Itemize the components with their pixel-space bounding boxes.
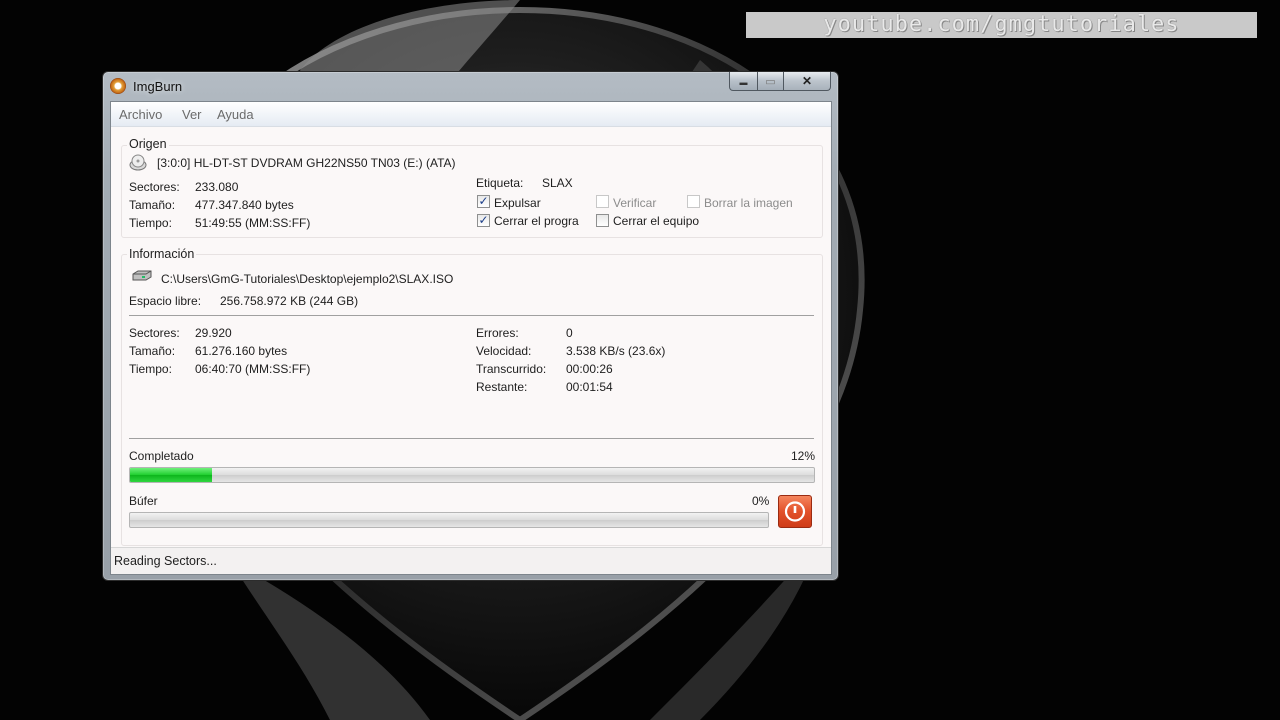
menu-ver[interactable]: Ver — [182, 107, 202, 122]
speed-label: Velocidad: — [476, 344, 532, 358]
imgburn-disc-icon — [110, 78, 126, 94]
source-time-label: Tiempo: — [129, 216, 172, 230]
delete-image-checkbox[interactable] — [687, 195, 700, 208]
remaining-label: Restante: — [476, 380, 528, 394]
source-time-value: 51:49:55 (MM:SS:FF) — [195, 216, 311, 230]
free-space-value: 256.758.972 KB (244 GB) — [220, 294, 359, 308]
destination-path: C:\Users\GmG-Tutoriales\Desktop\ejemplo2… — [161, 272, 454, 286]
shutdown-label[interactable]: Cerrar el equipo — [613, 214, 699, 228]
stop-button[interactable] — [778, 495, 812, 528]
completed-label: Completado — [129, 449, 194, 463]
info-size-label: Tamaño: — [129, 344, 176, 358]
caption-buttons: ▬ ▭ ✕ — [729, 72, 831, 92]
verify-checkbox[interactable] — [596, 195, 609, 208]
errors-value: 0 — [566, 326, 573, 340]
source-drive[interactable]: [3:0:0] HL-DT-ST DVDRAM GH22NS50 TN03 (E… — [157, 156, 456, 170]
free-space-label: Espacio libre: — [129, 294, 202, 308]
info-size-value: 61.276.160 bytes — [195, 344, 288, 358]
close-program-checkbox[interactable]: ✓ — [477, 214, 490, 227]
verify-label[interactable]: Verificar — [613, 196, 656, 210]
source-size-value: 477.347.840 bytes — [195, 198, 294, 212]
elapsed-label: Transcurrido: — [476, 362, 547, 376]
window-title: ImgBurn — [133, 79, 183, 94]
volume-label-value: SLAX — [542, 176, 573, 190]
hard-disk-icon — [132, 270, 152, 281]
completed-progress-fill — [130, 468, 213, 482]
buffer-label: Búfer — [129, 494, 158, 508]
buffer-percent: 0% — [752, 494, 770, 508]
optical-drive-icon — [129, 154, 147, 171]
menu-bar: Archivo Ver Ayuda — [111, 102, 831, 127]
elapsed-value: 00:00:26 — [566, 362, 613, 376]
status-text: Reading Sectors... — [114, 554, 217, 568]
menu-ayuda[interactable]: Ayuda — [217, 107, 254, 122]
shutdown-checkbox[interactable] — [596, 214, 609, 227]
info-sectors-value: 29.920 — [195, 326, 232, 340]
client-area: Archivo Ver Ayuda Origen [3:0:0] HL-DT-S… — [110, 101, 832, 575]
eject-label[interactable]: Expulsar — [494, 196, 541, 210]
remaining-value: 00:01:54 — [566, 380, 613, 394]
source-size-label: Tamaño: — [129, 198, 176, 212]
close-button[interactable]: ✕ — [784, 72, 831, 91]
buffer-progress-bar — [129, 512, 769, 528]
speed-value: 3.538 KB/s (23.6x) — [566, 344, 666, 358]
maximize-button[interactable]: ▭ — [758, 72, 784, 91]
status-bar: Reading Sectors... — [111, 547, 831, 574]
source-sectors-value: 233.080 — [195, 180, 239, 194]
source-sectors-label: Sectores: — [129, 180, 180, 194]
info-time-label: Tiempo: — [129, 362, 172, 376]
close-icon: ✕ — [801, 74, 813, 88]
eject-checkbox[interactable]: ✓ — [477, 195, 490, 208]
title-bar[interactable]: ImgBurn ▬ ▭ ✕ — [103, 72, 838, 102]
source-group-title: Origen — [127, 137, 169, 151]
info-time-value: 06:40:70 (MM:SS:FF) — [195, 362, 311, 376]
close-program-label[interactable]: Cerrar el progra — [494, 214, 579, 228]
imgburn-window: ImgBurn ▬ ▭ ✕ Archivo Ver Ayuda Origen [… — [102, 71, 839, 581]
minimize-icon: ▬ — [739, 78, 748, 87]
info-sectors-label: Sectores: — [129, 326, 180, 340]
completed-percent: 12% — [791, 449, 816, 463]
info-divider-bottom — [129, 438, 814, 439]
watermark-text: youtube.com/gmgtutoriales — [746, 12, 1257, 38]
power-icon — [784, 501, 806, 522]
info-divider-top — [129, 315, 814, 316]
volume-label-label: Etiqueta: — [476, 176, 524, 190]
info-group-title: Información — [127, 247, 197, 261]
completed-progress-bar — [129, 467, 815, 483]
errors-label: Errores: — [476, 326, 519, 340]
maximize-icon: ▭ — [765, 76, 776, 88]
menu-archivo[interactable]: Archivo — [119, 107, 162, 122]
delete-image-label[interactable]: Borrar la imagen — [704, 196, 793, 210]
minimize-button[interactable]: ▬ — [729, 72, 758, 91]
